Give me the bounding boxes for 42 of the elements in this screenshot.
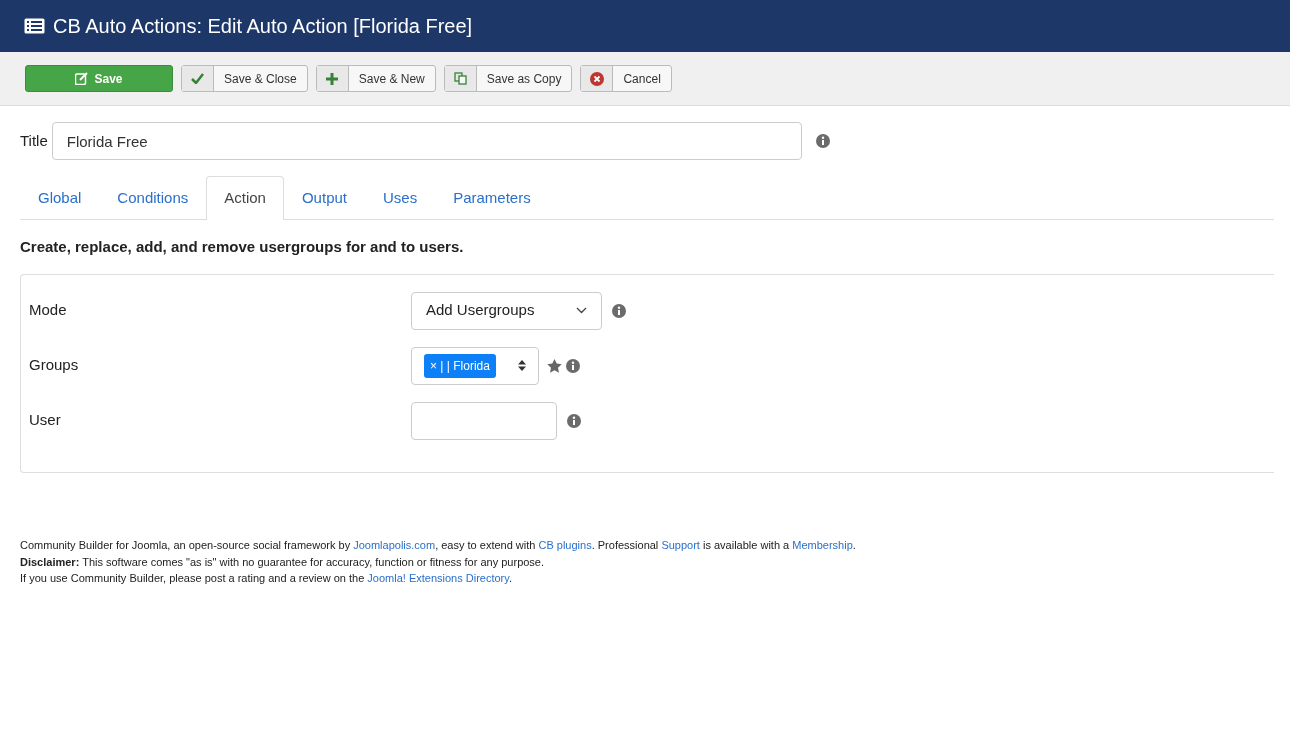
field-label: User <box>29 410 62 431</box>
description-text: Create, replace, add, and remove usergroups for and to users. <box>20 236 465 257</box>
info-icon <box>612 303 626 318</box>
cancel-icon <box>589 71 604 86</box>
footer-line: Disclaimer: This software comes "as is" with no guarantee for accuracy, function or fitness for any purpose. <box>20 554 546 570</box>
toolbar-button[interactable]: Save & Close <box>181 65 308 92</box>
user-field[interactable] <box>411 401 557 440</box>
list-icon <box>24 18 45 34</box>
tab[interactable]: Output <box>283 176 365 220</box>
check-icon <box>191 73 204 84</box>
toolbar-button[interactable]: Save & New <box>315 65 436 92</box>
field-label: Mode <box>29 300 68 321</box>
mode-select[interactable]: Add Usergroups <box>411 291 602 330</box>
copy-icon <box>453 72 467 85</box>
toolbar-button[interactable]: Cancel <box>580 65 672 92</box>
info-icon <box>815 134 830 148</box>
tab[interactable]: Action <box>206 176 284 220</box>
footer-link[interactable]: Joomla! Extensions Directory <box>367 572 509 584</box>
title-field[interactable]: Florida Free <box>51 122 802 160</box>
tab[interactable]: Parameters <box>435 176 549 220</box>
toolbar-button[interactable]: Save as Copy <box>443 65 573 92</box>
star-icon <box>547 358 562 373</box>
chevron-down-icon <box>576 307 587 314</box>
plus-icon <box>326 72 339 85</box>
footer-link[interactable]: CB plugins <box>538 539 592 551</box>
field-label: Title <box>20 131 48 151</box>
tab[interactable]: Global <box>20 176 100 220</box>
field-label: Groups <box>29 355 80 376</box>
edit-icon <box>75 72 89 85</box>
footer-line: If you use Community Builder, please post a rating and a review on the Joomla! Extensions Directory. <box>20 571 513 586</box>
footer-link[interactable]: Membership <box>792 539 853 551</box>
info-icon <box>566 358 580 373</box>
window-title: CB Auto Actions: Edit Auto Action [Florida Free] <box>53 14 473 38</box>
group-tag[interactable]: × | | Florida <box>424 353 496 378</box>
tab[interactable]: Conditions <box>99 176 207 220</box>
save-button[interactable]: Save <box>25 65 173 92</box>
footer-link[interactable]: Support <box>661 539 700 551</box>
tab[interactable]: Uses <box>365 176 436 220</box>
info-icon <box>567 413 581 428</box>
sort-arrows-icon <box>518 360 526 371</box>
groups-select[interactable]: × | | Florida <box>411 346 539 385</box>
footer-line: Community Builder for Joomla, an open-source social framework by Joomlapolis.com, easy to extend with CB plugins. Professional Support is available with a Membership. <box>20 538 857 553</box>
